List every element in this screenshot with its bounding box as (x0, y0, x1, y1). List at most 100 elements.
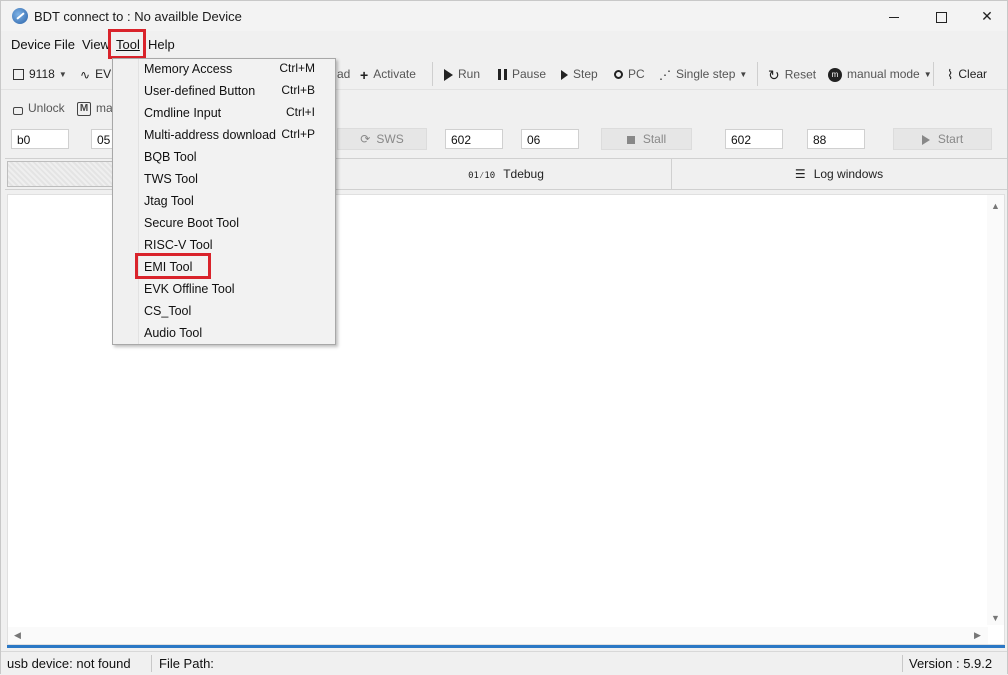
tab-log-windows[interactable]: ☰ Log windows (672, 159, 1006, 189)
tab-tdebug[interactable]: 01⁄10 Tdebug (341, 159, 671, 189)
step-icon (561, 69, 568, 80)
app-logo-icon (12, 8, 28, 24)
run-label: Run (458, 67, 481, 81)
single-step-label: Single step (676, 67, 736, 81)
mode-label: manual mode (847, 67, 920, 81)
menu-item-shortcut: Ctrl+B (281, 83, 315, 97)
start-button[interactable]: Start (893, 128, 992, 150)
menu-help[interactable]: Help (148, 37, 175, 52)
play-icon (921, 134, 930, 145)
version-label: Version : 5.9.2 (909, 656, 993, 671)
value-field-2[interactable]: 06 (521, 129, 579, 149)
chip-label: 9118 (29, 67, 55, 81)
scroll-left-icon[interactable]: ◀ (14, 630, 21, 641)
menu-item-label: Memory Access (144, 62, 233, 76)
menu-item-user-defined-button[interactable]: User-defined Button Ctrl+B (138, 81, 335, 103)
menu-view[interactable]: View (82, 37, 110, 52)
title-bar: BDT connect to : No availble Device ✕ (1, 1, 1007, 31)
menu-item-cmdline-input[interactable]: Cmdline Input Ctrl+I (138, 103, 335, 125)
menu-item-label: RISC-V Tool (144, 238, 213, 252)
stall-button[interactable]: Stall (601, 128, 692, 150)
horizontal-scrollbar[interactable]: ◀ ▶ (8, 627, 988, 644)
maximize-button[interactable] (918, 1, 964, 31)
footsteps-icon: ⋰ (659, 67, 671, 82)
status-divider (902, 655, 903, 672)
menu-item-shortcut: Ctrl+P (281, 127, 315, 141)
pause-button[interactable]: Pause (498, 67, 546, 81)
menu-icon-gutter (113, 59, 139, 344)
reset-label: Reset (784, 67, 817, 82)
vertical-scrollbar[interactable]: ▲ ▼ (987, 195, 1004, 625)
menu-item-label: Multi-address download (144, 128, 277, 142)
address-field-2[interactable]: 602 (445, 129, 503, 149)
minimize-button[interactable] (871, 1, 917, 31)
pc-label: PC (628, 67, 645, 81)
scroll-down-icon[interactable]: ▼ (991, 613, 1000, 623)
list-icon: ☰ (794, 167, 806, 181)
sws-label: SWS (376, 132, 404, 146)
menu-file[interactable]: File (54, 37, 75, 52)
sws-button[interactable]: ⟳ SWS (337, 128, 427, 150)
activate-label: Activate (373, 67, 416, 82)
reset-button[interactable]: ↻ Reset (768, 67, 816, 84)
menu-item-memory-access[interactable]: Memory Access Ctrl+M (138, 59, 335, 81)
clear-button[interactable]: ⌇ Clear (947, 67, 987, 83)
evk-label: EV (95, 67, 112, 81)
toolbar-divider (757, 62, 758, 86)
evk-selector[interactable]: ∿ EV (80, 67, 111, 82)
start-label: Start (937, 132, 964, 146)
menu-item-label: EVK Offline Tool (144, 282, 235, 296)
menu-item-label: BQB Tool (144, 150, 197, 164)
value-field-3[interactable]: 88 (807, 129, 865, 149)
single-step-dropdown[interactable]: ⋰ Single step ▼ (659, 67, 747, 82)
emi-tool-highlight (135, 253, 211, 279)
close-button[interactable]: ✕ (964, 1, 1008, 31)
tab-empty[interactable] (7, 161, 119, 187)
menu-item-audio-tool[interactable]: Audio Tool (138, 323, 335, 345)
m-button-partial[interactable]: Mma (77, 101, 113, 116)
download-button-partial[interactable]: ad (337, 67, 350, 81)
address-field-1[interactable]: b0 (11, 129, 69, 149)
menu-item-secure-boot-tool[interactable]: Secure Boot Tool (138, 213, 335, 235)
menu-device[interactable]: Device (11, 37, 51, 52)
progress-accent-bar (7, 645, 1005, 648)
menu-item-shortcut: Ctrl+M (279, 61, 315, 75)
scroll-right-icon[interactable]: ▶ (974, 630, 981, 641)
minimize-icon (889, 16, 899, 18)
menu-item-cs-tool[interactable]: CS_Tool (138, 301, 335, 323)
activate-button[interactable]: + Activate (360, 67, 416, 83)
chip-selector[interactable]: 9118 ▼ (13, 67, 67, 81)
binary-icon: 01⁄10 (468, 171, 496, 181)
m-icon: M (77, 101, 91, 116)
status-divider (151, 655, 152, 672)
menu-item-label: CS_Tool (144, 304, 192, 318)
wave-icon: ∿ (80, 67, 91, 82)
step-button[interactable]: Step (561, 67, 598, 81)
tool-menu-highlight (108, 29, 146, 59)
pc-button[interactable]: PC (614, 67, 645, 81)
mode-dropdown[interactable]: m manual mode ▼ (828, 67, 932, 82)
tab-tdebug-label: Tdebug (503, 167, 544, 181)
run-button[interactable]: Run (444, 67, 480, 81)
menu-item-label: Secure Boot Tool (144, 216, 239, 230)
file-path-label: File Path: (159, 656, 214, 671)
lock-icon (13, 106, 23, 115)
search-icon (614, 70, 623, 80)
chevron-down-icon: ▼ (739, 70, 748, 80)
clear-label: Clear (958, 67, 988, 82)
menu-item-multi-address-download[interactable]: Multi-address download Ctrl+P (138, 125, 335, 147)
toolbar-divider (432, 62, 433, 86)
scroll-up-icon[interactable]: ▲ (991, 201, 1000, 211)
usb-status: usb device: not found (7, 656, 131, 671)
menu-item-evk-offline-tool[interactable]: EVK Offline Tool (138, 279, 335, 301)
menu-item-tws-tool[interactable]: TWS Tool (138, 169, 335, 191)
menu-item-jtag-tool[interactable]: Jtag Tool (138, 191, 335, 213)
pause-icon (498, 69, 507, 81)
address-field-3[interactable]: 602 (725, 129, 783, 149)
tool-menu-dropdown: Memory Access Ctrl+M User-defined Button C… (112, 58, 336, 345)
status-bar: usb device: not found File Path: Version… (1, 651, 1007, 675)
menu-item-label: Audio Tool (144, 326, 203, 340)
stop-icon (626, 135, 635, 144)
menu-item-bqb-tool[interactable]: BQB Tool (138, 147, 335, 169)
unlock-button[interactable]: Unlock (13, 101, 65, 115)
